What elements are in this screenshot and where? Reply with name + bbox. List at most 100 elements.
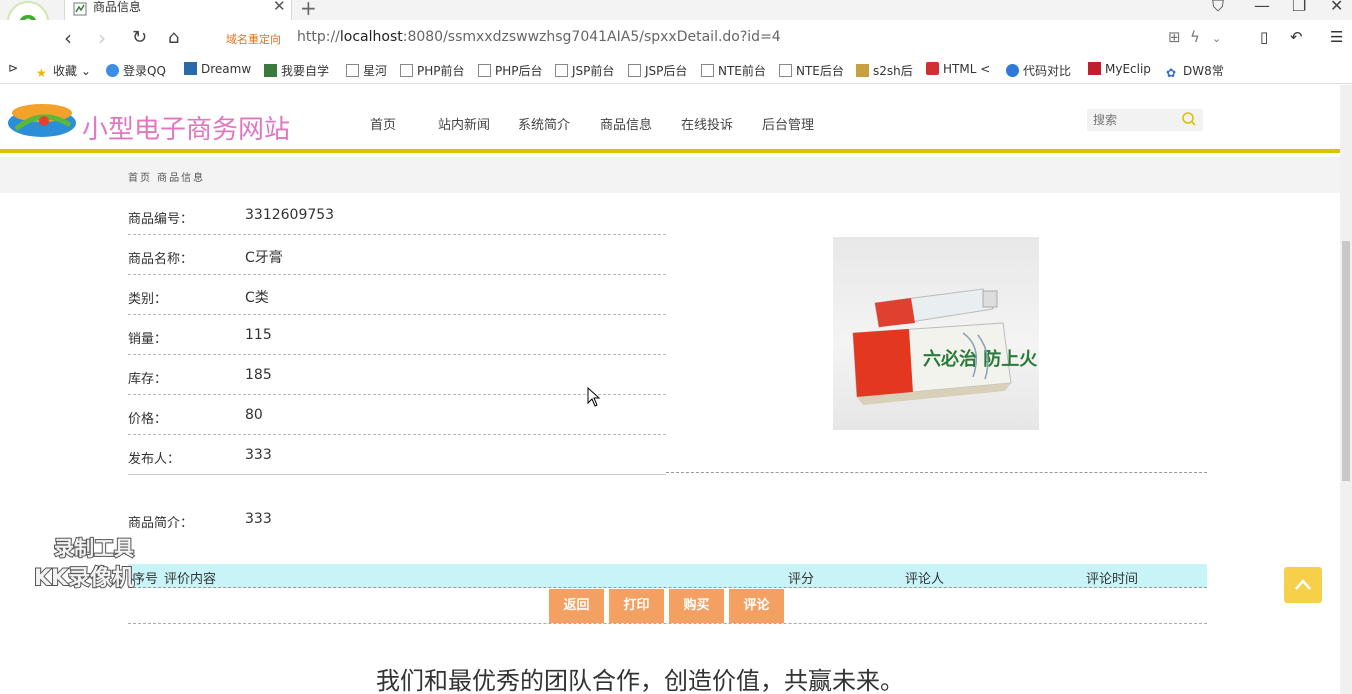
restore-icon[interactable]: ❐ [1292,0,1306,15]
field-label: 商品编号： [128,212,194,227]
divider [128,623,1207,624]
field-value: 80 [245,407,263,423]
column-header-score: 评分 [788,572,815,587]
field-label: 库存： [128,372,168,387]
bookmark-item[interactable]: HTML < [926,62,990,76]
bookmark-item[interactable]: JSP后台 [628,62,687,79]
nav-complaints[interactable]: 在线投诉 [681,114,733,133]
web-page: 小型电子商务网站 首页 站内新闻 系统简介 商品信息 在线投诉 后台管理 首页 … [0,85,1340,694]
lightning-icon[interactable]: ϟ [1190,28,1200,46]
product-image-label: 六必治 防上火 [923,348,1038,370]
search-box [1087,109,1203,131]
sidebar-toggle-icon[interactable]: ⊳ [8,61,18,75]
forward-icon[interactable]: › [98,26,106,50]
review-table-header: 序号 评价内容 评分 评论人 评论时间 [128,564,1207,588]
chevron-down-icon[interactable]: ⌄ [1212,32,1221,45]
field-value: C类 [245,290,269,306]
field-row-id: 商品编号： 3312609753 [128,195,666,235]
mouse-cursor-icon [587,387,601,407]
field-row-name: 商品名称： C牙膏 [128,235,666,275]
shirt-skin-icon[interactable]: ⛉ [1212,0,1224,16]
bookmark-item[interactable]: NTE后台 [779,62,844,79]
close-window-icon[interactable]: ✕ [1330,0,1343,15]
product-image: 六必治 防上火 [833,237,1039,430]
page-icon [701,64,714,77]
site-logo-icon[interactable] [4,99,80,141]
qq-icon [106,64,119,77]
nav-home[interactable]: 首页 [370,114,396,133]
nav-admin[interactable]: 后台管理 [762,114,814,133]
undo-icon[interactable]: ↶ [1290,28,1303,46]
new-tab-button[interactable]: + [300,0,317,20]
bookmark-item[interactable]: 我要自学 [264,62,329,79]
nav-news[interactable]: 站内新闻 [438,114,490,133]
watermark-line1: 录制工具 [54,536,134,560]
url-host: localhost [339,29,403,45]
search-input[interactable] [1093,111,1177,129]
footer-slogan: 我们和最优秀的团队合作，创造价值，共赢未来。 [376,667,904,694]
field-row-price: 价格： 80 [128,395,666,435]
bookmark-item[interactable]: ★ 收藏 ⌄ [36,62,91,80]
print-button[interactable]: 打印 [609,589,664,623]
myeclipse-icon [1088,62,1101,75]
breadcrumb[interactable]: 首页 商品信息 [128,169,205,184]
site-header: 小型电子商务网站 首页 站内新闻 系统简介 商品信息 在线投诉 后台管理 [0,85,1340,153]
field-value: 3312609753 [245,207,335,223]
search-icon[interactable] [1181,111,1197,127]
page-icon [400,64,413,77]
paw-icon: ✿ [1166,66,1177,80]
page-scrollbar[interactable] [1340,85,1352,694]
vim-icon [264,64,277,77]
refresh-icon[interactable]: ↻ [132,26,147,50]
address-bar[interactable]: http://localhost:8080/ssmxxdzswwzhsg7041… [297,29,781,45]
redirect-label[interactable]: 域名重定向 [226,31,281,47]
html-icon [926,62,939,75]
scrollbar-thumb[interactable] [1342,241,1350,481]
recorder-watermark: 录制工具 KK录像机 [33,535,135,592]
field-value: 115 [245,327,272,343]
browser-tab[interactable]: 商品信息 ✕ [64,0,292,20]
tab-close-icon[interactable]: ✕ [273,0,286,14]
nav-about[interactable]: 系统简介 [518,114,570,133]
bookmark-item[interactable]: 星河 [346,62,387,79]
grid-icon[interactable]: ⊞ [1168,28,1181,46]
bookmark-item[interactable]: JSP前台 [555,62,614,79]
field-label: 类别： [128,292,168,307]
intro-row: 商品简介： 333 [128,505,728,535]
back-icon[interactable]: ‹ [64,26,72,50]
bookmark-item[interactable]: MyEclip [1088,62,1151,76]
bookmark-item[interactable]: s2sh后 [856,62,913,79]
site-name[interactable]: 小型电子商务网站 [82,109,290,146]
field-row-sales: 销量： 115 [128,315,666,355]
menu-icon[interactable]: ☰ [1330,28,1343,46]
tab-title: 商品信息 [93,0,142,14]
star-icon: ★ [36,66,47,80]
bookmark-item[interactable]: PHP前台 [400,62,465,79]
dreamweaver-icon [184,62,197,75]
buy-button[interactable]: 购买 [669,589,724,623]
browser-toolbar: ‹ › ↻ ⌂ 域名重定向 http://localhost:8080/ssmx… [0,20,1352,56]
bookmark-item[interactable]: 代码对比 [1006,62,1071,79]
bookmark-item[interactable]: ✿ DW8常 [1166,62,1224,80]
minimize-icon[interactable]: — [1254,0,1270,15]
bookmark-item[interactable]: PHP后台 [478,62,543,79]
bookmarks-bar: ⊳ ★ 收藏 ⌄ 登录QQ Dreamw 我要自学 星河 PHP前台 PHP后台 … [0,58,1352,84]
comment-button[interactable]: 评论 [729,589,784,623]
bookmark-item[interactable]: NTE前台 [701,62,766,79]
back-to-top-button[interactable] [1284,567,1322,603]
intro-label: 商品简介： [128,516,194,531]
field-value: 333 [245,447,272,463]
watermark-line2: KK录像机 [34,565,134,591]
home-icon[interactable]: ⌂ [168,26,179,50]
browser-tab-strip: 商品信息 ✕ + ⛉ — ❐ ✕ [0,0,1352,20]
compare-icon [1006,64,1019,77]
bookmark-item[interactable]: Dreamw [184,62,251,76]
nav-products[interactable]: 商品信息 [600,114,652,133]
bookmark-page-icon[interactable]: ▯ [1260,28,1268,46]
toothpaste-image: 六必治 防上火 [852,288,1038,405]
image-icon [856,64,869,77]
back-button[interactable]: 返回 [549,589,604,623]
bookmark-item[interactable]: 登录QQ [106,62,166,79]
field-label: 价格： [128,412,168,427]
breadcrumb-bar: 首页 商品信息 [0,157,1340,193]
